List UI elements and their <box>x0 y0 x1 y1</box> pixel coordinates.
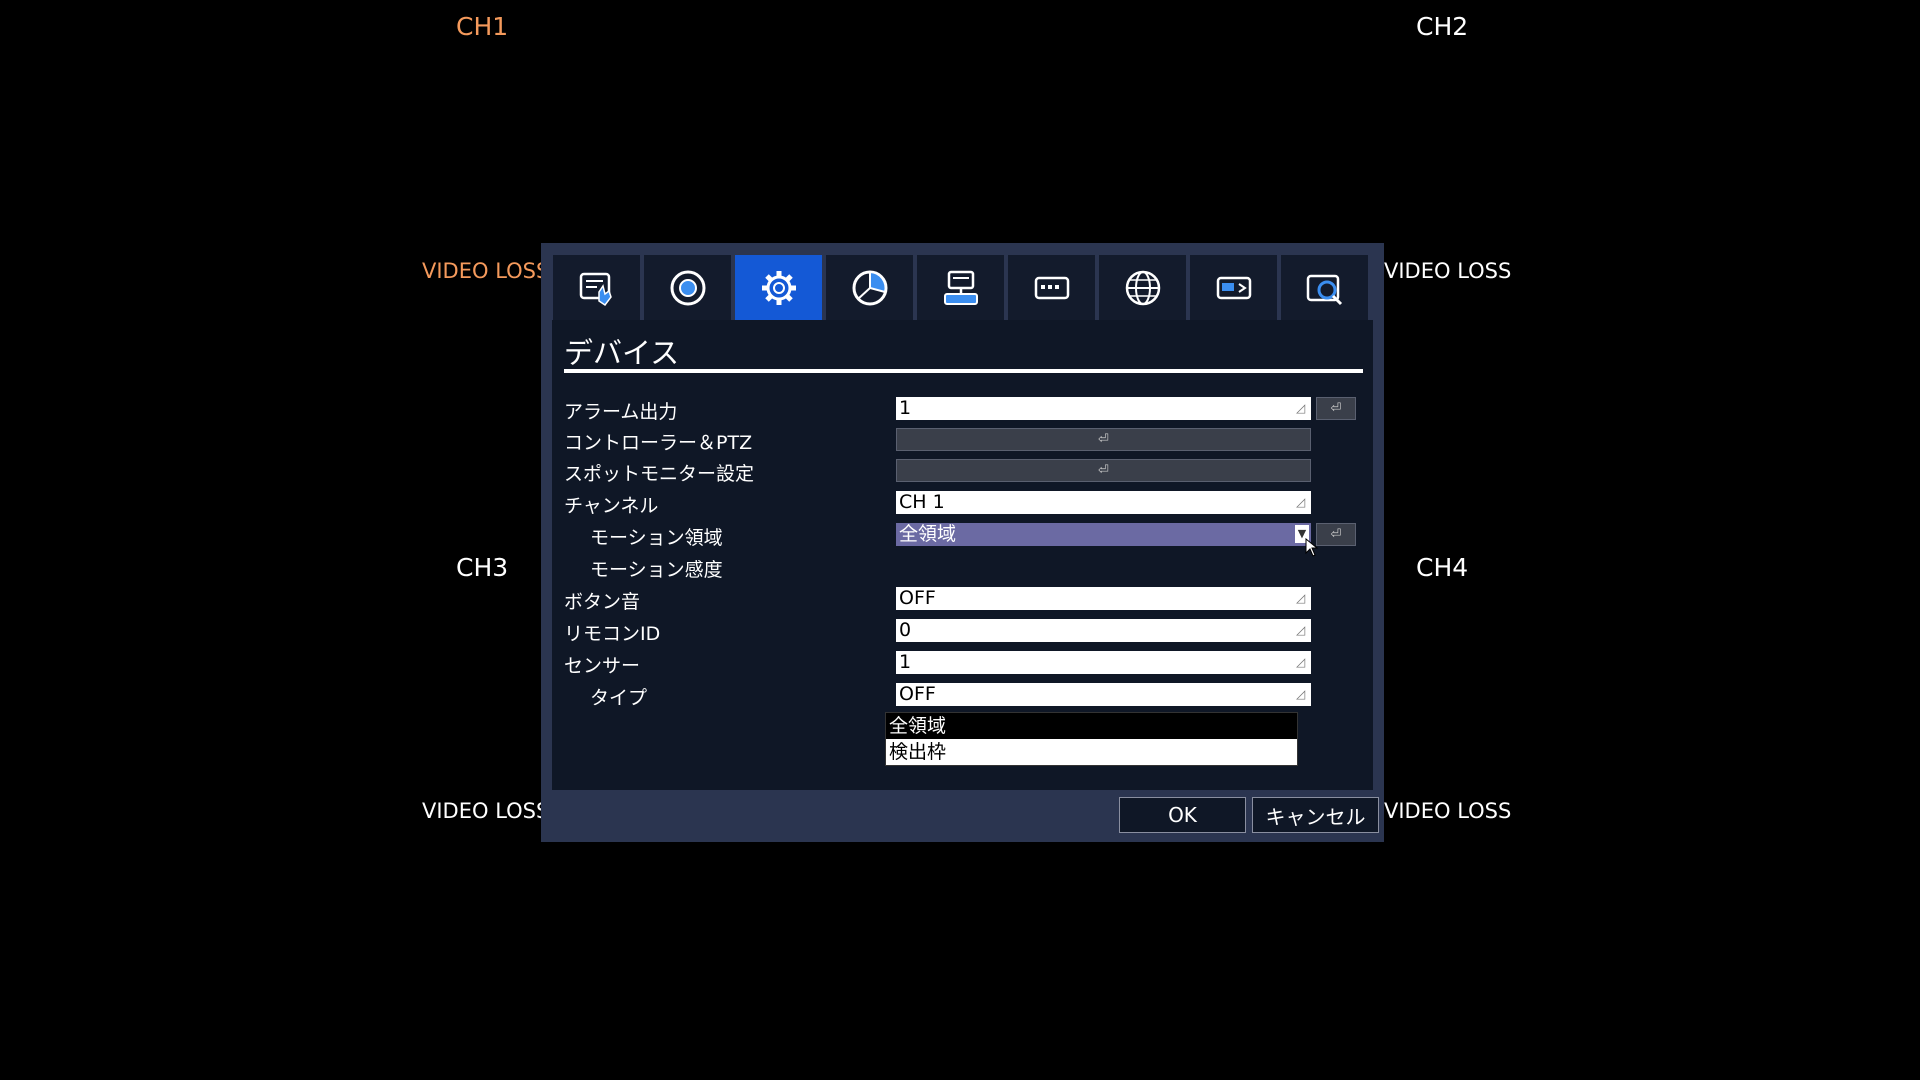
cancel-button[interactable]: キャンセル <box>1252 797 1379 833</box>
settings-dialog: デバイス アラーム出力 コントローラー＆PTZ スポットモニター設定 チャンネル… <box>541 243 1384 842</box>
motion-area-dropdown-list: 全領域 検出枠 <box>885 712 1298 766</box>
type-value: OFF <box>899 683 936 705</box>
motion-area-select[interactable]: 全領域 ▼ <box>896 523 1311 546</box>
alarm-output-field[interactable]: 1 ◿ <box>896 397 1311 420</box>
tab-system[interactable] <box>917 255 1004 320</box>
sensor-value: 1 <box>899 651 912 673</box>
motion-sensitivity-label: モーション感度 <box>590 559 723 581</box>
pie-chart-icon <box>852 270 887 305</box>
tab-event[interactable] <box>826 255 913 320</box>
motion-area-label: モーション領域 <box>590 527 723 549</box>
tab-device[interactable] <box>735 255 822 320</box>
channel-value: CH 1 <box>899 491 945 513</box>
button-sound-value: OFF <box>899 587 936 609</box>
title-divider <box>564 369 1363 373</box>
channel-1-label: CH1 <box>456 12 509 41</box>
sensor-field[interactable]: 1 ◿ <box>896 651 1311 674</box>
type-label: タイプ <box>590 687 648 709</box>
edit-corner-icon: ◿ <box>1296 655 1306 669</box>
edit-corner-icon: ◿ <box>1296 687 1306 701</box>
tab-storage[interactable] <box>1190 255 1277 320</box>
remote-id-label: リモコンID <box>564 623 661 645</box>
gear-icon <box>761 270 796 305</box>
edit-corner-icon: ◿ <box>1296 591 1306 605</box>
alarm-output-enter-button[interactable]: ⏎ <box>1316 397 1356 420</box>
globe-icon <box>1125 270 1160 305</box>
dropdown-option[interactable]: 全領域 <box>886 713 1297 739</box>
dropdown-option[interactable]: 検出枠 <box>886 739 1297 765</box>
page-title: デバイス <box>564 336 680 370</box>
channel-2-label: CH2 <box>1416 12 1469 41</box>
tab-search[interactable] <box>1281 255 1368 320</box>
channel-label: チャンネル <box>564 495 659 517</box>
sensor-label: センサー <box>564 655 641 677</box>
motion-area-enter-button[interactable]: ⏎ <box>1316 523 1356 546</box>
button-sound-label: ボタン音 <box>564 591 641 613</box>
enter-icon: ⏎ <box>1098 432 1109 447</box>
channel-3-label: CH3 <box>456 553 509 582</box>
hand-config-icon <box>579 272 612 306</box>
network-device-icon <box>943 270 978 305</box>
channel-1-status: VIDEO LOSS <box>422 259 550 283</box>
channel-3-status: VIDEO LOSS <box>422 799 550 823</box>
controller-ptz-button[interactable]: ⏎ <box>896 428 1311 451</box>
record-icon <box>670 270 705 305</box>
edit-corner-icon: ◿ <box>1296 495 1306 509</box>
ok-button[interactable]: OK <box>1119 797 1246 833</box>
search-camera-icon <box>1306 274 1342 305</box>
channel-2-status: VIDEO LOSS <box>1384 259 1512 283</box>
tab-input[interactable] <box>1008 255 1095 320</box>
edit-corner-icon: ◿ <box>1296 623 1306 637</box>
spot-monitor-button[interactable]: ⏎ <box>896 459 1311 482</box>
mouse-cursor-icon <box>1305 538 1319 557</box>
remote-id-field[interactable]: 0 ◿ <box>896 619 1311 642</box>
enter-icon: ⏎ <box>1098 463 1109 478</box>
enter-icon: ⏎ <box>1330 527 1342 542</box>
channel-4-status: VIDEO LOSS <box>1384 799 1512 823</box>
type-field[interactable]: OFF ◿ <box>896 683 1311 706</box>
tab-record[interactable] <box>644 255 731 320</box>
menu-tab-bar <box>553 255 1368 320</box>
spot-monitor-label: スポットモニター設定 <box>564 463 755 485</box>
alarm-output-value: 1 <box>899 397 912 419</box>
motion-area-value: 全領域 <box>899 523 957 545</box>
enter-icon: ⏎ <box>1330 401 1342 416</box>
edit-corner-icon: ◿ <box>1296 401 1306 415</box>
tab-network[interactable] <box>1099 255 1186 320</box>
tab-display[interactable] <box>553 255 640 320</box>
channel-field[interactable]: CH 1 ◿ <box>896 491 1311 514</box>
controller-ptz-label: コントローラー＆PTZ <box>564 432 753 454</box>
remote-id-value: 0 <box>899 619 912 641</box>
button-sound-field[interactable]: OFF ◿ <box>896 587 1311 610</box>
storage-icon <box>1216 276 1251 299</box>
alarm-output-label: アラーム出力 <box>564 401 678 423</box>
channel-4-label: CH4 <box>1416 553 1469 582</box>
keyboard-icon <box>1034 276 1069 299</box>
